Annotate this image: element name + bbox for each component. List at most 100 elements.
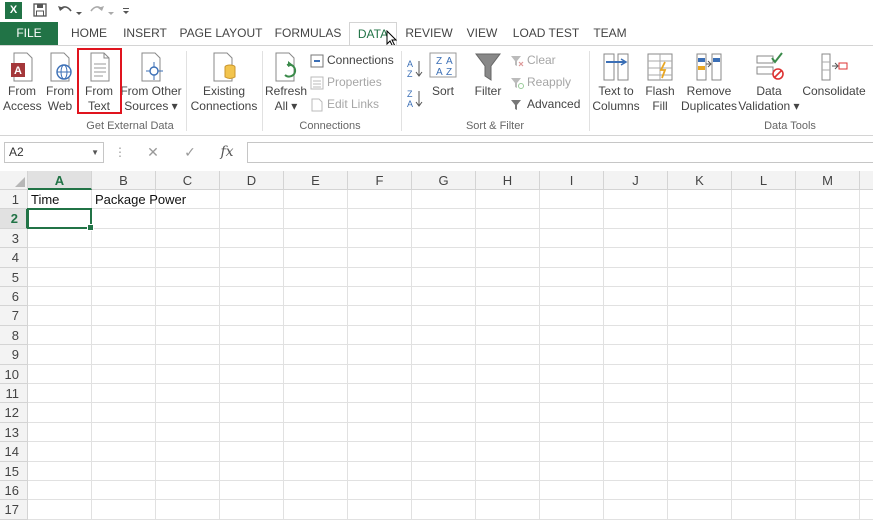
tab-load-test[interactable]: LOAD TEST — [510, 22, 582, 45]
cell-i15[interactable] — [540, 461, 604, 481]
cell-e2[interactable] — [284, 209, 348, 229]
cell-e17[interactable] — [284, 500, 348, 520]
cell-m9[interactable] — [796, 345, 860, 365]
column-header-partial[interactable] — [860, 171, 873, 190]
column-header-m[interactable]: M — [796, 171, 860, 190]
tab-view[interactable]: VIEW — [461, 22, 503, 45]
cell-l10[interactable] — [732, 364, 796, 384]
cell-k11[interactable] — [668, 384, 732, 404]
row-header-5[interactable]: 5 — [0, 267, 28, 287]
cell-h3[interactable] — [476, 228, 540, 249]
tab-review[interactable]: REVIEW — [402, 22, 456, 45]
insert-function-icon[interactable]: fx — [216, 142, 238, 163]
cell-m2[interactable] — [796, 209, 860, 229]
cell-d9[interactable] — [220, 345, 284, 365]
cell-i16[interactable] — [540, 481, 604, 501]
cell-k17[interactable] — [668, 500, 732, 520]
cell-d2[interactable] — [220, 209, 284, 229]
connections-button[interactable]: Connections — [310, 51, 394, 69]
cell-c9[interactable] — [156, 345, 220, 365]
cell-k13[interactable] — [668, 422, 732, 443]
cell-k14[interactable] — [668, 442, 732, 462]
tab-page-layout[interactable]: PAGE LAYOUT — [176, 22, 266, 45]
tab-home[interactable]: HOME — [64, 22, 114, 45]
cell-n17[interactable] — [860, 500, 873, 520]
cell-j11[interactable] — [604, 384, 668, 404]
cell-b13[interactable] — [92, 422, 156, 443]
sort-ascending-icon[interactable]: AZ — [407, 58, 423, 81]
cell-g6[interactable] — [412, 287, 476, 307]
cell-e15[interactable] — [284, 461, 348, 481]
cell-e6[interactable] — [284, 287, 348, 307]
cell-f4[interactable] — [348, 248, 412, 268]
cell-d5[interactable] — [220, 267, 284, 287]
cell-l5[interactable] — [732, 267, 796, 287]
cell-h10[interactable] — [476, 364, 540, 384]
cell-m13[interactable] — [796, 422, 860, 443]
cell-k6[interactable] — [668, 287, 732, 307]
column-header-e[interactable]: E — [284, 171, 348, 190]
cell-k2[interactable] — [668, 209, 732, 229]
from-access-button[interactable]: A From Access — [3, 50, 42, 114]
cell-a1[interactable]: Time — [28, 190, 92, 210]
row-header-13[interactable]: 13 — [0, 422, 28, 443]
cell-a10[interactable] — [28, 364, 92, 384]
cell-g8[interactable] — [412, 325, 476, 346]
row-header-16[interactable]: 16 — [0, 481, 28, 501]
cell-f15[interactable] — [348, 461, 412, 481]
cell-g9[interactable] — [412, 345, 476, 365]
column-header-h[interactable]: H — [476, 171, 540, 190]
cell-l3[interactable] — [732, 228, 796, 249]
column-header-a[interactable]: A — [28, 171, 92, 190]
cell-h7[interactable] — [476, 306, 540, 326]
cell-c8[interactable] — [156, 325, 220, 346]
column-header-f[interactable]: F — [348, 171, 412, 190]
cell-n6[interactable] — [860, 287, 873, 307]
cell-c7[interactable] — [156, 306, 220, 326]
cell-n4[interactable] — [860, 248, 873, 268]
cell-e3[interactable] — [284, 228, 348, 249]
cell-b8[interactable] — [92, 325, 156, 346]
cell-m7[interactable] — [796, 306, 860, 326]
cell-d7[interactable] — [220, 306, 284, 326]
formula-input[interactable] — [247, 142, 873, 163]
cell-g17[interactable] — [412, 500, 476, 520]
cell-i4[interactable] — [540, 248, 604, 268]
cell-c12[interactable] — [156, 403, 220, 423]
cell-f9[interactable] — [348, 345, 412, 365]
cell-j5[interactable] — [604, 267, 668, 287]
cell-l1[interactable] — [732, 190, 796, 210]
cell-n14[interactable] — [860, 442, 873, 462]
cell-l16[interactable] — [732, 481, 796, 501]
cell-a9[interactable] — [28, 345, 92, 365]
cell-l2[interactable] — [732, 209, 796, 229]
cell-k16[interactable] — [668, 481, 732, 501]
cell-g14[interactable] — [412, 442, 476, 462]
cell-m17[interactable] — [796, 500, 860, 520]
save-icon[interactable] — [32, 2, 48, 20]
cell-l6[interactable] — [732, 287, 796, 307]
cell-k15[interactable] — [668, 461, 732, 481]
cell-h16[interactable] — [476, 481, 540, 501]
consolidate-button[interactable]: Consolidate — [800, 50, 868, 99]
cell-m12[interactable] — [796, 403, 860, 423]
cell-h12[interactable] — [476, 403, 540, 423]
cell-a14[interactable] — [28, 442, 92, 462]
cell-l12[interactable] — [732, 403, 796, 423]
cell-k8[interactable] — [668, 325, 732, 346]
cell-e9[interactable] — [284, 345, 348, 365]
cell-e10[interactable] — [284, 364, 348, 384]
cell-h1[interactable] — [476, 190, 540, 210]
cell-k1[interactable] — [668, 190, 732, 210]
cell-j4[interactable] — [604, 248, 668, 268]
row-header-3[interactable]: 3 — [0, 228, 28, 249]
cell-j2[interactable] — [604, 209, 668, 229]
cell-d11[interactable] — [220, 384, 284, 404]
cell-b9[interactable] — [92, 345, 156, 365]
edit-links-button[interactable]: Edit Links — [310, 95, 379, 113]
cell-b3[interactable] — [92, 228, 156, 249]
cell-d1[interactable] — [220, 190, 284, 210]
cell-l4[interactable] — [732, 248, 796, 268]
cell-m16[interactable] — [796, 481, 860, 501]
cell-n15[interactable] — [860, 462, 873, 481]
